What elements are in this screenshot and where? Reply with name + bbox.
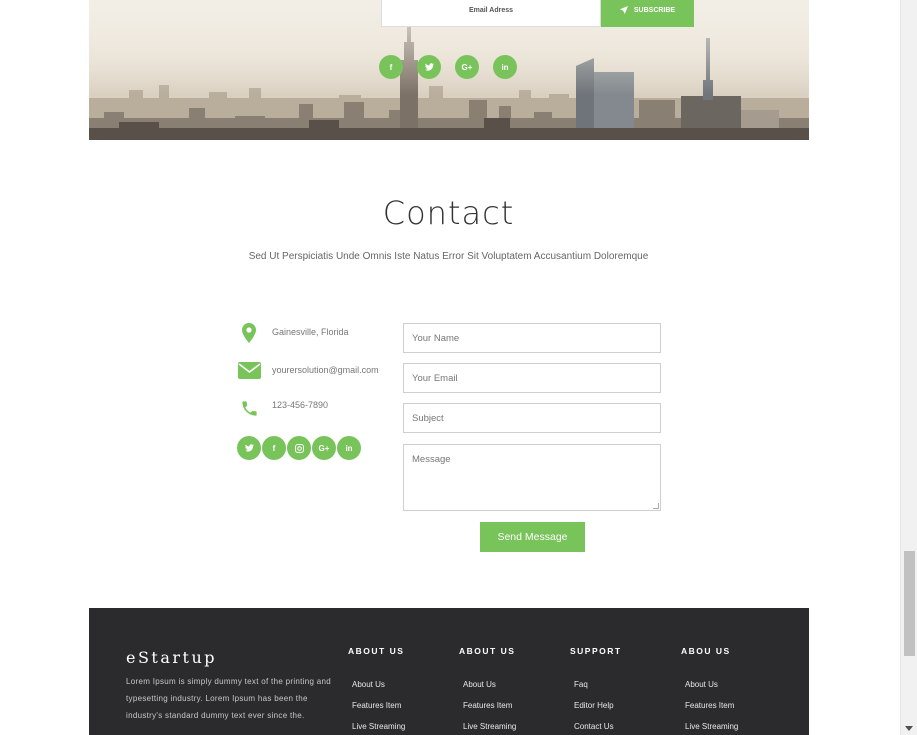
footer-link[interactable]: Features Item	[685, 699, 738, 720]
address-text: Gainesville, Florida	[272, 327, 349, 337]
email-address-input[interactable]: Email Adress	[381, 0, 601, 27]
footer-link[interactable]: Features Item	[463, 699, 516, 720]
contact-title: Contact	[382, 194, 515, 232]
footer-link[interactable]: Editor Help	[574, 699, 622, 720]
footer-column-about-us: ABOUT US About Us Features Item Live Str…	[348, 646, 405, 735]
footer-about-text: Lorem Ipsum is simply dummy text of the …	[126, 677, 332, 720]
email-text: yourersolution@gmail.com	[272, 365, 379, 375]
footer-link[interactable]: About Us	[685, 678, 738, 699]
footer-column-heading: ABOUT US	[348, 646, 405, 656]
twitter-icon[interactable]	[237, 436, 261, 460]
name-input[interactable]: Your Name	[403, 323, 661, 353]
instagram-icon[interactable]	[287, 436, 311, 460]
footer-column-heading: ABOUT US	[459, 646, 516, 656]
footer-link[interactable]: About Us	[463, 678, 516, 699]
footer-link[interactable]: About Us	[352, 678, 405, 699]
address-row: Gainesville, Florida	[236, 323, 349, 343]
envelope-icon	[236, 362, 262, 379]
facebook-icon[interactable]: f	[262, 436, 286, 460]
linkedin-icon[interactable]: in	[493, 55, 517, 79]
map-pin-icon	[236, 323, 262, 343]
twitter-icon[interactable]	[417, 55, 441, 79]
vertical-scrollbar[interactable]	[900, 0, 917, 735]
footer-link[interactable]: Faq	[574, 678, 622, 699]
footer: eStartup Lorem Ipsum is simply dummy tex…	[89, 608, 809, 735]
subscribe-button-label: SUBSCRIBE	[633, 7, 676, 14]
google-plus-icon[interactable]: G+	[312, 436, 336, 460]
paper-plane-icon	[619, 5, 628, 16]
message-textarea[interactable]: Message	[403, 444, 661, 511]
footer-column-abou-us: ABOU US About Us Features Item Live Stre…	[681, 646, 738, 735]
scroll-down-arrow-icon[interactable]	[905, 726, 913, 731]
facebook-icon[interactable]: f	[379, 55, 403, 79]
contact-subtitle: Sed Ut Perspiciatis Unde Omnis Iste Natu…	[248, 251, 649, 262]
send-message-button[interactable]: Send Message	[480, 522, 585, 552]
footer-column-about-us-2: ABOUT US About Us Features Item Live Str…	[459, 646, 516, 735]
footer-link[interactable]: Live Streaming	[352, 720, 405, 735]
footer-column-heading: ABOU US	[681, 646, 731, 656]
footer-column-support: SUPPORT Faq Editor Help Contact Us	[570, 646, 622, 735]
subscribe-button[interactable]: SUBSCRIBE	[601, 0, 694, 27]
hero-city-banner: Email Adress SUBSCRIBE f G+ in	[89, 0, 809, 140]
phone-text: 123-456-7890	[272, 400, 329, 410]
resize-handle[interactable]	[653, 503, 659, 509]
email-row: yourersolution@gmail.com	[236, 362, 379, 379]
phone-icon	[236, 399, 262, 418]
scrollbar-thumb[interactable]	[904, 551, 915, 656]
hero-social-links: f G+ in	[379, 55, 517, 79]
google-plus-icon[interactable]: G+	[455, 55, 479, 79]
subscribe-form: Email Adress SUBSCRIBE	[381, 0, 694, 27]
footer-brand[interactable]: eStartup	[126, 648, 217, 667]
phone-row: 123-456-7890	[236, 399, 328, 418]
footer-link[interactable]: Live Streaming	[463, 720, 516, 735]
email-input[interactable]: Your Email	[403, 363, 661, 393]
subject-input[interactable]: Subject	[403, 403, 661, 433]
footer-link[interactable]: Features Item	[352, 699, 405, 720]
linkedin-icon[interactable]: in	[337, 436, 361, 460]
footer-link[interactable]: Live Streaming	[685, 720, 738, 735]
footer-link[interactable]: Contact Us	[574, 720, 622, 735]
footer-column-heading: SUPPORT	[570, 646, 622, 656]
contact-social-links: f G+ in	[237, 436, 361, 460]
